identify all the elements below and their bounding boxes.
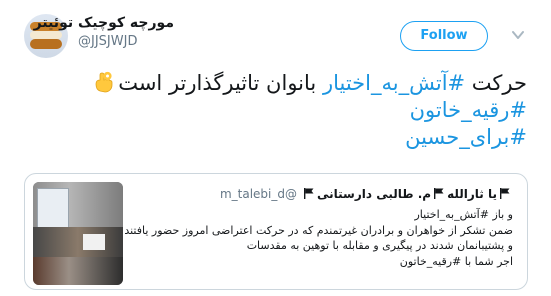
quoted-text-line: و پشتیبانمان شدند در پیگیری و مقابله با … — [246, 239, 513, 252]
author-username[interactable]: @JJSJWJD — [78, 34, 137, 50]
avatar-image-part — [30, 31, 62, 39]
follow-button[interactable]: Follow — [400, 21, 488, 51]
quoted-author-name[interactable]: یا ثارالله — [447, 187, 497, 201]
quoted-tweet-media[interactable] — [33, 182, 123, 285]
black-flag-icon — [500, 188, 510, 199]
tweet-text-line: حرکت #آتش_به_اختیار بانوان تاثیرگذارتر ا… — [27, 70, 527, 97]
media-image-part — [33, 227, 123, 257]
media-image-part — [83, 234, 105, 250]
tweet-text-line: #برای_حسین — [27, 124, 527, 151]
tweet-text-segment: بانوان تاثیرگذارتر است — [118, 71, 323, 95]
tweet-text-line: #رقیه_خاتون — [27, 97, 527, 124]
chevron-down-icon[interactable] — [512, 30, 524, 40]
quoted-tweet[interactable]: یا ثارالله م. طالبی دارستانی @m_talebi_d… — [24, 173, 528, 290]
quoted-tweet-text: و باز #آتش_به_اختیار ضمن تشکر از خواهران… — [123, 207, 513, 269]
quoted-text-line: اجر شما با #رقیه_خاتون — [399, 254, 513, 268]
tweet-text: حرکت #آتش_به_اختیار بانوان تاثیرگذارتر ا… — [27, 70, 527, 151]
hashtag-link[interactable]: #برای_حسین — [405, 125, 527, 149]
author-display-name[interactable]: مورچه کوچیک توئیتر — [34, 14, 174, 32]
black-flag-icon — [434, 188, 444, 199]
quoted-text-line: ضمن تشکر از خواهران و برادران غیرتمندم ک… — [124, 223, 513, 237]
hashtag-link[interactable]: #آتش_به_اختیار — [323, 71, 465, 95]
quoted-author-name[interactable]: م. طالبی دارستانی — [317, 187, 431, 201]
tweet-text-segment: حرکت — [465, 71, 527, 95]
media-image-part — [37, 188, 69, 228]
tweet: مورچه کوچیک توئیتر @JJSJWJD Follow حرکت … — [0, 0, 551, 296]
ok-hand-icon — [95, 71, 113, 93]
quoted-author-handle[interactable]: @m_talebi_d — [220, 187, 297, 201]
quoted-tweet-header: یا ثارالله م. طالبی دارستانی @m_talebi_d — [220, 186, 513, 202]
quoted-text-line: و باز #آتش_به_اختیار — [414, 208, 513, 221]
hashtag-link[interactable]: #رقیه_خاتون — [410, 98, 527, 122]
media-image-part — [33, 257, 123, 285]
black-flag-icon — [304, 188, 314, 199]
avatar-image-part — [30, 39, 62, 49]
